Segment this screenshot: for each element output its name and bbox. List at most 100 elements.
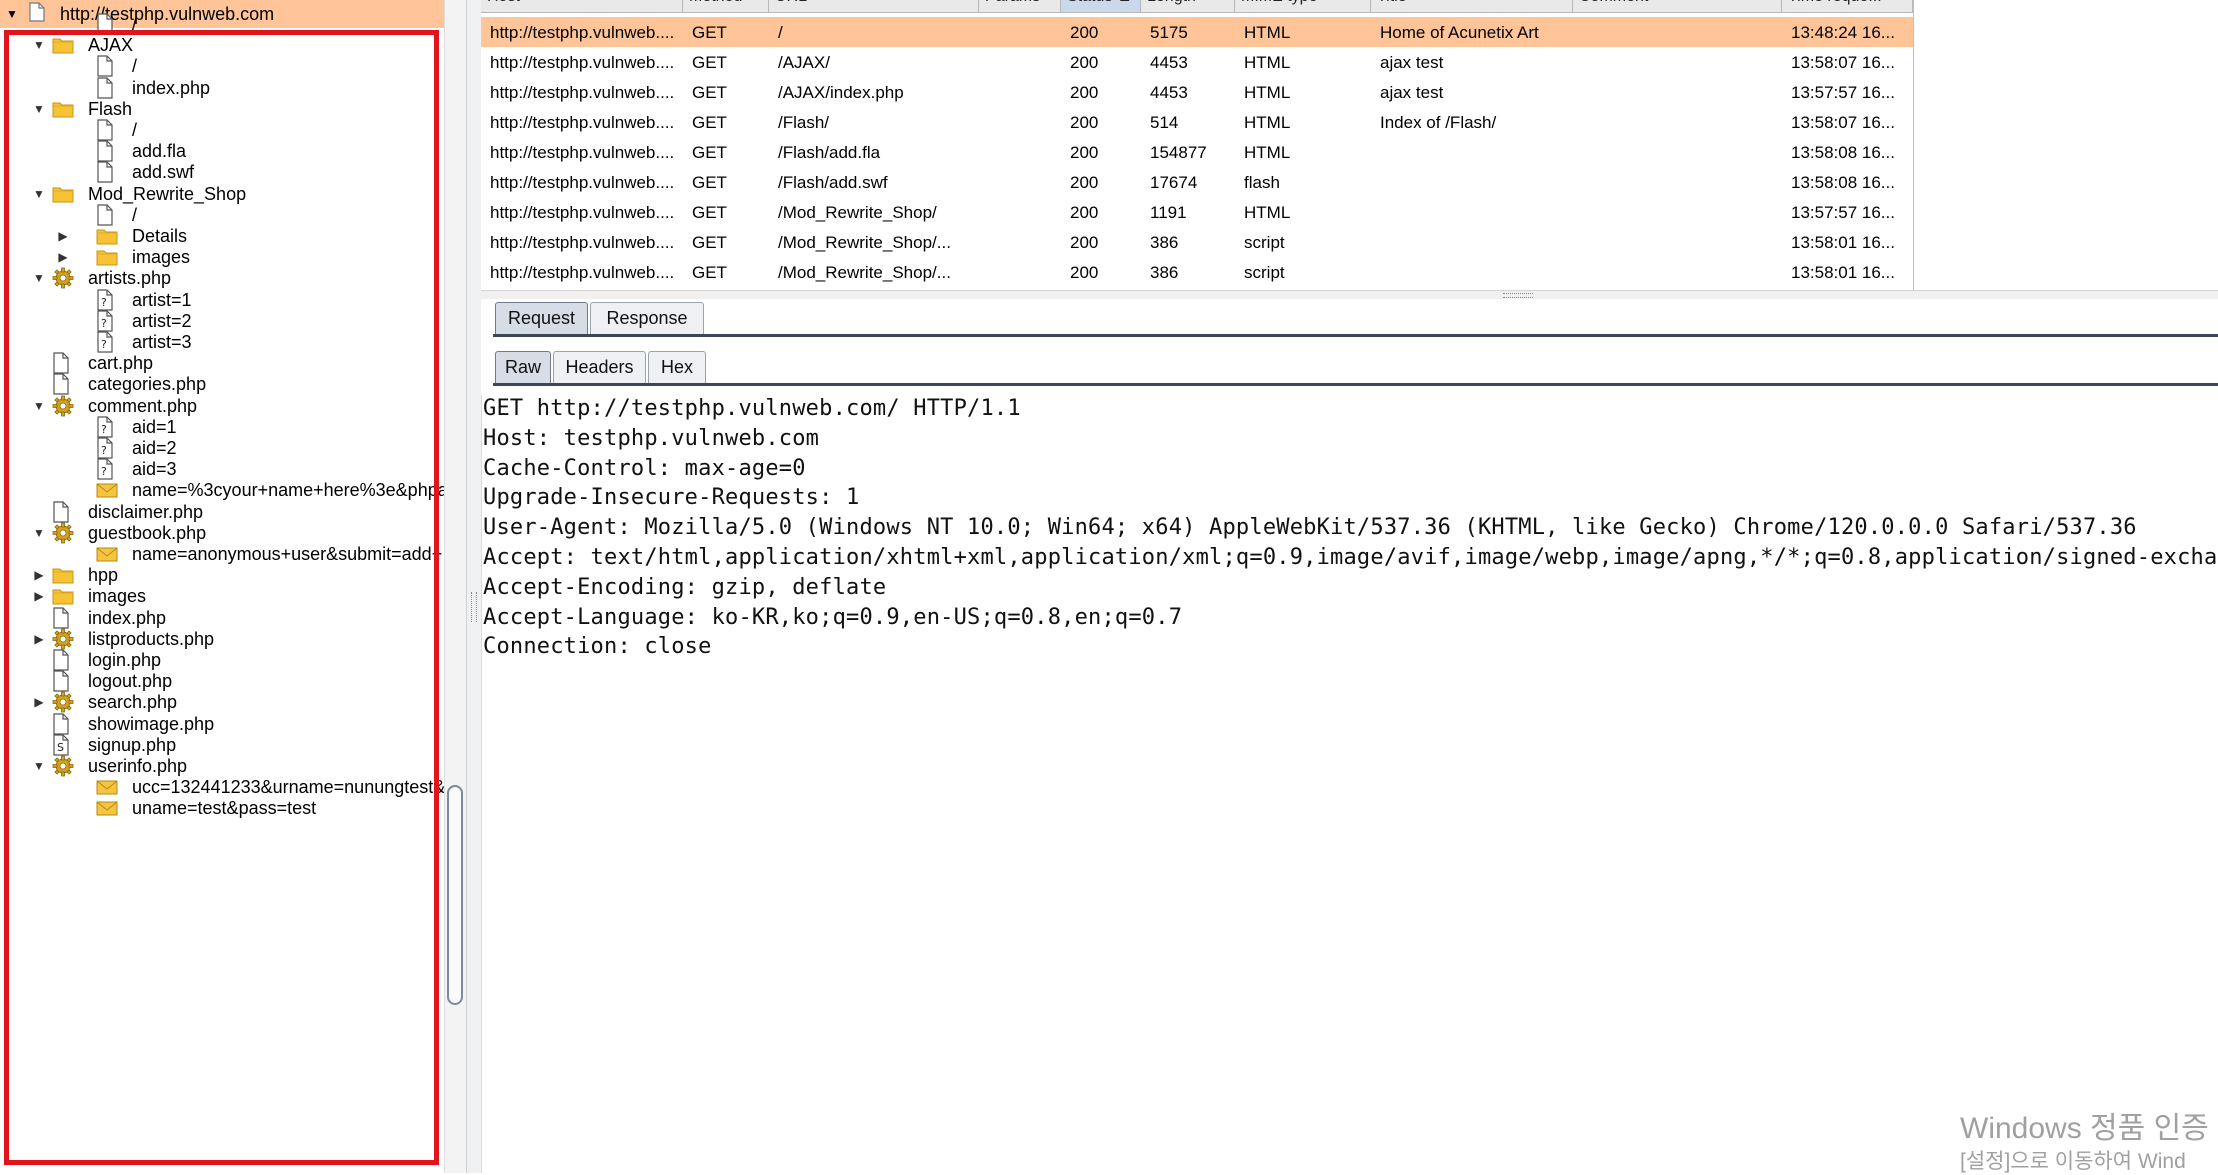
tab-request[interactable]: Request [495, 302, 588, 334]
column-header[interactable]: Comment [1573, 0, 1782, 12]
tree-item[interactable]: / [0, 119, 450, 141]
raw-request-editor[interactable]: GET http://testphp.vulnweb.com/ HTTP/1.1… [481, 395, 2218, 1173]
tree-item[interactable]: index.php [0, 606, 450, 629]
cell-title: ajax test [1380, 53, 1444, 72]
tree-item[interactable]: add.fla [0, 140, 450, 162]
tree-item[interactable]: / [0, 204, 450, 226]
tree-item[interactable]: ▶ hpp [0, 565, 450, 586]
cell-url: /Flash/add.fla [778, 143, 881, 162]
column-header[interactable]: Params [979, 0, 1061, 12]
tree-item[interactable]: ? aid=3 [0, 458, 450, 480]
tree-item[interactable]: ▼ comment.php [0, 395, 450, 419]
file-icon [96, 13, 118, 37]
vertical-splitter[interactable] [466, 0, 482, 1173]
column-header[interactable]: URL [769, 0, 979, 12]
tree-item-label: ucc=132441233&urname=nunungtest& [132, 777, 446, 798]
tree-item-label: disclaimer.php [88, 501, 204, 522]
tree-scrollbar[interactable] [444, 0, 466, 1173]
column-header[interactable]: Time reque... [1782, 0, 1913, 12]
tree-item[interactable]: cart.php [0, 352, 450, 374]
tab-hex[interactable]: Hex [648, 351, 706, 383]
tree-item[interactable]: ? artist=1 [0, 288, 450, 311]
collapse-toggle-icon[interactable]: ▼ [32, 759, 46, 773]
tree-item-label: aid=3 [132, 459, 177, 480]
tree-item[interactable]: ▼ userinfo.php [0, 755, 450, 777]
table-row[interactable]: http://testphp.vulnweb.... GET/AJAX/200 44… [481, 47, 1913, 77]
column-header[interactable]: Title [1371, 0, 1573, 12]
table-row[interactable]: http://testphp.vulnweb.... GET/Mod_Rewrit… [481, 227, 1913, 257]
tree-item[interactable]: ? aid=2 [0, 437, 450, 459]
tree-item[interactable]: ▼ Mod_Rewrite_Shop [0, 184, 450, 205]
expand-toggle-icon[interactable]: ▶ [32, 568, 46, 582]
tree-item-label: name=%3cyour+name+here%3e&phpa [132, 480, 448, 501]
column-header[interactable]: Length [1141, 0, 1235, 12]
gear-icon [52, 395, 74, 419]
tree-item[interactable]: ▼ guestbook.php [0, 522, 450, 544]
tree-item[interactable]: login.php [0, 649, 450, 671]
tab-headers[interactable]: Headers [553, 351, 646, 383]
tree-item[interactable]: index.php [0, 76, 450, 99]
tree-item-label: artist=3 [132, 332, 192, 352]
cell-mime: script [1244, 263, 1285, 282]
cell-host: http://testphp.vulnweb.... [490, 23, 675, 42]
horizontal-splitter[interactable] [481, 290, 2218, 299]
tree-item[interactable]: ▼ Flash [0, 99, 450, 120]
tree-item[interactable]: Ssignup.php [0, 734, 450, 756]
column-header[interactable]: Host [481, 0, 683, 12]
table-row[interactable]: http://testphp.vulnweb.... GET/Flash/200 5… [481, 107, 1913, 137]
tree-item[interactable]: add.swf [0, 161, 450, 183]
tree-item[interactable]: ▶ images [0, 586, 450, 607]
column-header[interactable]: Status ▲ [1061, 0, 1141, 12]
tree-item[interactable]: ▶ images [0, 247, 450, 268]
expand-toggle-icon[interactable]: ▶ [32, 695, 46, 709]
expand-toggle-icon[interactable]: ▶ [56, 229, 70, 243]
collapse-toggle-icon[interactable]: ▼ [32, 526, 46, 540]
cell-mime: flash [1244, 173, 1280, 192]
tree-item[interactable]: ▶ Details [0, 226, 450, 247]
table-row[interactable]: http://testphp.vulnweb.... GET/Mod_Rewrit… [481, 257, 1913, 287]
collapse-toggle-icon[interactable]: ▼ [32, 271, 46, 285]
tree-item[interactable]: name=%3cyour+name+here%3e&phpa [0, 480, 450, 501]
tree-item[interactable]: ucc=132441233&urname=nunungtest& [0, 777, 450, 798]
collapse-toggle-icon[interactable]: ▼ [32, 399, 46, 413]
cell-status: 200 [1070, 173, 1099, 192]
tree-item[interactable]: ▶ listproducts.php [0, 628, 450, 650]
table-row[interactable]: http://testphp.vulnweb.... GET/Mod_Rewrit… [481, 197, 1913, 227]
column-header[interactable]: MIME type [1235, 0, 1371, 12]
expand-toggle-icon[interactable]: ▶ [32, 589, 46, 603]
collapse-toggle-icon[interactable]: ▼ [32, 102, 46, 116]
raw-request-line: Upgrade-Insecure-Requests: 1 [483, 485, 860, 511]
expand-toggle-icon[interactable]: ▶ [56, 250, 70, 264]
tree-item[interactable]: categories.php [0, 373, 450, 395]
table-row[interactable]: http://testphp.vulnweb.... GET / 200 5175 HTM… [481, 17, 1913, 47]
table-row[interactable]: http://testphp.vulnweb.... GET/Flash/add.… [481, 167, 1913, 197]
tab-raw[interactable]: Raw [495, 351, 551, 383]
collapse-toggle-icon[interactable]: ▼ [32, 38, 46, 52]
table-row[interactable]: http://testphp.vulnweb.... GET/AJAX/index… [481, 77, 1913, 107]
raw-request-line: Accept-Language: ko-KR,ko;q=0.9,en-US;q=… [483, 604, 1183, 630]
cell-host: http://testphp.vulnweb.... [490, 263, 675, 282]
expand-toggle-icon[interactable]: ▶ [32, 632, 46, 646]
column-header[interactable]: Method [683, 0, 769, 12]
tree-item[interactable]: ▼ artists.php [0, 267, 450, 289]
tree-item[interactable]: disclaimer.php [0, 500, 450, 523]
table-row[interactable]: http://testphp.vulnweb.... GET/Flash/add.… [481, 137, 1913, 167]
tree-item-label: categories.php [88, 374, 207, 395]
tree-item[interactable]: ? aid=1 [0, 416, 450, 438]
tab-response[interactable]: Response [590, 302, 704, 334]
tree-item[interactable]: name=anonymous+user&submit=add+ [0, 544, 450, 565]
tree-item[interactable]: uname=test&pass=test [0, 798, 450, 819]
tree-item[interactable]: ? artist=3 [0, 331, 450, 353]
tree-item[interactable]: / [0, 13, 450, 37]
collapse-toggle-icon[interactable]: ▼ [32, 187, 46, 201]
tree-scrollbar-thumb[interactable] [447, 785, 463, 1005]
tree-item[interactable]: logout.php [0, 670, 450, 692]
tree-item[interactable]: ? artist=2 [0, 310, 450, 332]
tree-item[interactable]: ▼ AJAX [0, 35, 450, 56]
tree-item[interactable]: ▶ search.php [0, 691, 450, 713]
cell-length: 4453 [1150, 83, 1188, 102]
tree-item[interactable]: / [0, 55, 450, 77]
cell-method: GET [692, 23, 727, 42]
tree-item[interactable]: showimage.php [0, 712, 450, 735]
splitter-grip-icon [1503, 293, 1533, 298]
